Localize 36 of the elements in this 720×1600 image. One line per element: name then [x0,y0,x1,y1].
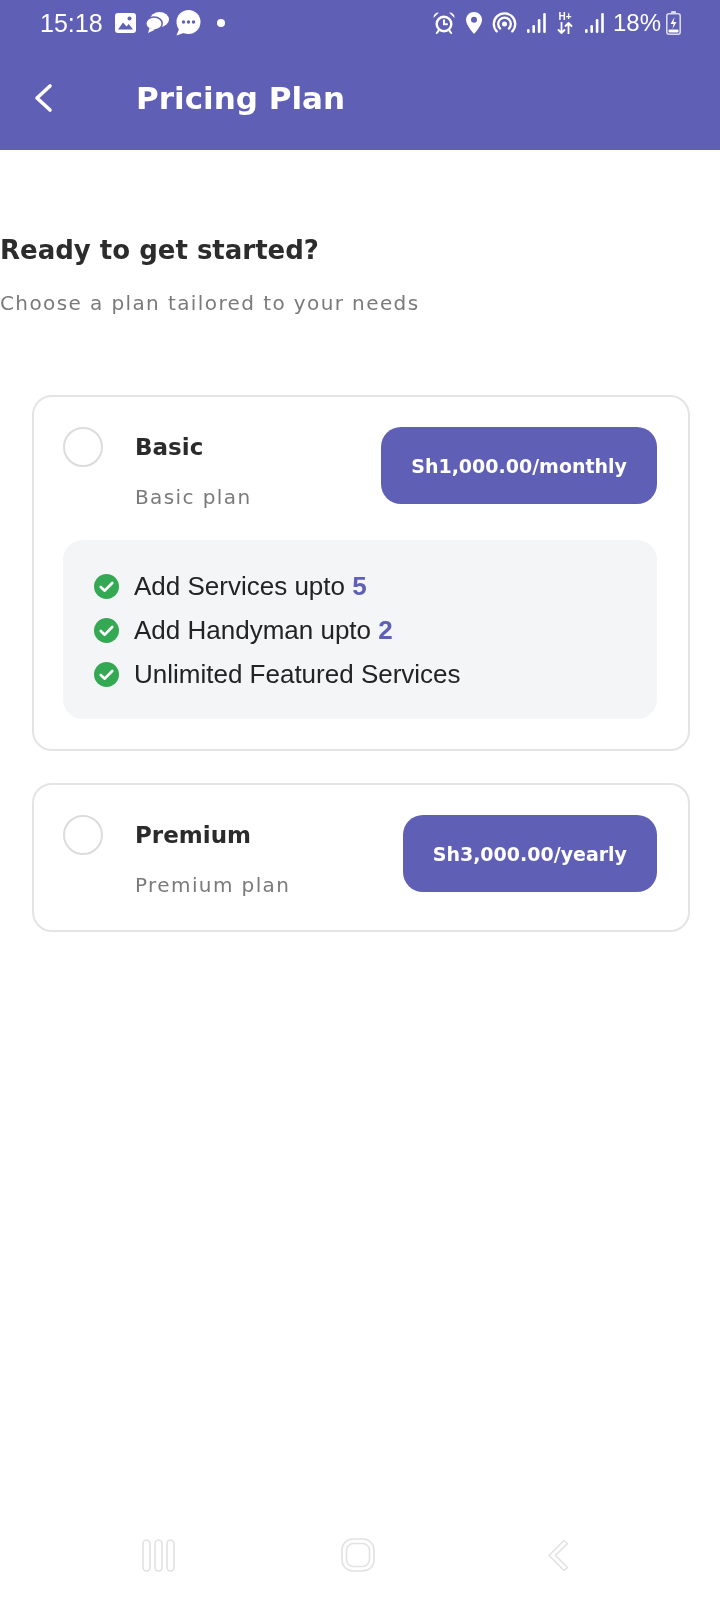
price-tag: Sh1,000.00/monthly [381,427,657,504]
back-icon[interactable] [33,82,53,113]
price-tag: Sh3,000.00/yearly [402,815,657,892]
data-arrows-icon [556,21,573,34]
alarm-clock-icon [432,11,455,34]
radio-button[interactable] [63,815,103,855]
hotspot-icon [491,11,517,34]
status-time: 15:18 [40,7,103,38]
plan-description: Premium plan [135,872,291,899]
feature-text: Add Handyman upto 2 [134,614,393,646]
battery-percentage: 18% [612,7,661,38]
feature-text: Unlimited Featured Services [134,658,461,690]
dot-icon [216,18,225,27]
image-icon [114,12,136,33]
message-icon [174,9,201,36]
recent-apps-icon[interactable] [141,1538,175,1572]
battery-icon [666,10,681,35]
check-circle-icon [94,617,119,643]
signal-icon [526,12,546,33]
location-pin-icon [465,11,482,34]
radio-button[interactable] [63,427,103,467]
intro-subtitle: Choose a plan tailored to your needs [0,290,421,317]
page-title: Pricing Plan [136,78,346,118]
check-circle-icon [94,661,119,687]
plan-name: Premium [135,821,251,850]
plan-name: Basic [135,433,204,462]
check-circle-icon [94,573,119,599]
feature-text: Add Services upto 5 [134,570,367,602]
signal-icon [584,12,604,33]
home-icon[interactable] [341,1538,375,1572]
intro-heading: Ready to get started? [0,234,320,266]
plan-card[interactable]: Basic Basic plan Sh1,000.00/monthly Add Services upto 5 Add Handyman upto 2 Unlimited Featured Services [32,395,690,751]
plan-card[interactable]: Premium Premium plan Sh3,000.00/yearly [32,783,690,932]
plan-description: Basic plan [135,484,252,511]
chat-bubbles-icon [144,12,169,33]
network-type-label: H+ [558,11,572,22]
